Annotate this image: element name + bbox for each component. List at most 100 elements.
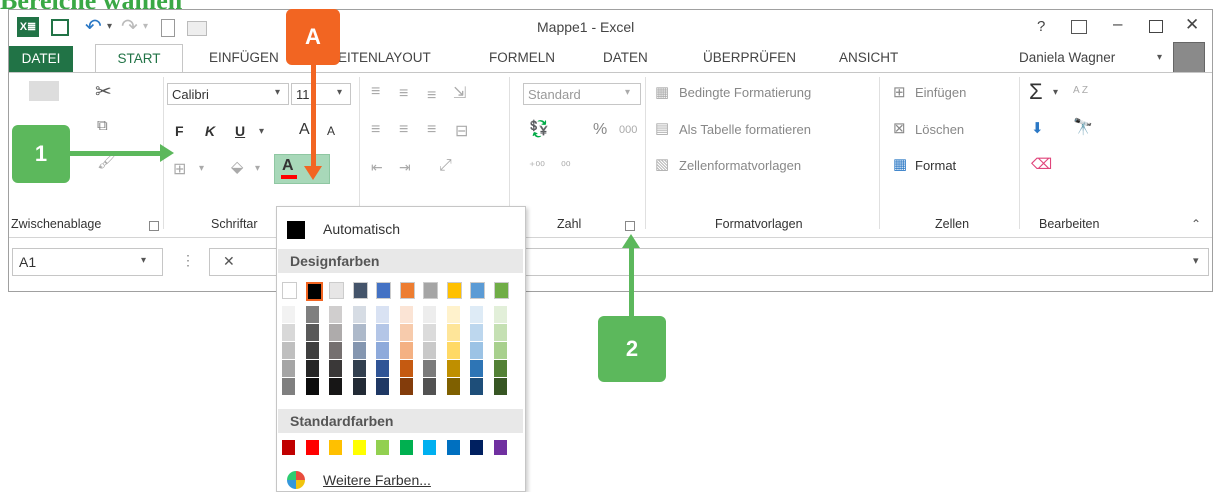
theme-shade-swatch[interactable] — [470, 324, 483, 341]
font-shrink-button[interactable]: A — [327, 124, 335, 138]
theme-shade-swatch[interactable] — [305, 360, 319, 377]
clipboard-launcher-icon[interactable] — [149, 221, 159, 231]
undo-dropdown-icon[interactable]: ▾ — [107, 21, 112, 39]
standard-color-swatch[interactable] — [470, 440, 483, 455]
accounting-format-icon[interactable]: 💱 — [529, 119, 549, 139]
align-right-icon[interactable]: ≡ — [427, 121, 436, 139]
tab-einfuegen[interactable]: EINFÜGEN — [209, 50, 279, 65]
theme-color-swatch[interactable] — [329, 282, 344, 299]
align-bottom-icon[interactable]: ≡ — [427, 87, 436, 105]
theme-shade-swatch[interactable] — [376, 324, 389, 341]
tab-daten[interactable]: DATEN — [603, 50, 648, 65]
number-format-select[interactable]: Standard — [523, 83, 641, 105]
standard-color-swatch[interactable] — [329, 440, 342, 455]
theme-color-swatch[interactable] — [399, 282, 415, 299]
theme-shade-swatch[interactable] — [470, 360, 483, 377]
theme-color-swatch[interactable] — [282, 282, 297, 299]
align-middle-icon[interactable]: ≡ — [399, 85, 408, 103]
fill-icon[interactable]: ⬇ — [1031, 119, 1044, 137]
theme-color-swatch[interactable] — [376, 282, 391, 299]
clear-icon[interactable]: ⌫ — [1031, 155, 1052, 173]
save-icon[interactable] — [51, 19, 69, 36]
theme-shade-swatch[interactable] — [329, 342, 342, 359]
theme-shade-swatch[interactable] — [470, 342, 483, 359]
theme-shade-swatch[interactable] — [470, 306, 483, 323]
standard-color-swatch[interactable] — [305, 440, 319, 455]
theme-shade-swatch[interactable] — [423, 360, 436, 377]
underline-dropdown-icon[interactable]: ▾ — [259, 126, 264, 137]
cell-styles-button[interactable]: Zellenformatvorlagen — [679, 158, 801, 173]
expand-formula-bar-icon[interactable]: ▾ — [1193, 254, 1199, 267]
theme-shade-swatch[interactable] — [446, 342, 460, 359]
maximize-button[interactable] — [1149, 20, 1163, 33]
minimize-button[interactable]: – — [1113, 14, 1122, 34]
fill-color-icon[interactable]: ⬙ — [231, 157, 243, 177]
conditional-format-icon[interactable]: ▦ — [655, 83, 669, 101]
new-file-icon[interactable] — [161, 19, 175, 37]
theme-shade-swatch[interactable] — [329, 306, 342, 323]
theme-shade-swatch[interactable] — [399, 306, 413, 323]
help-button[interactable]: ? — [1037, 18, 1045, 35]
number-launcher-icon[interactable] — [625, 221, 635, 231]
avatar[interactable] — [1173, 42, 1205, 74]
theme-shade-swatch[interactable] — [329, 360, 342, 377]
cancel-entry-button[interactable]: ✕ — [223, 253, 235, 270]
theme-shade-swatch[interactable] — [352, 378, 366, 395]
undo-icon[interactable]: ↶ — [85, 14, 102, 38]
automatic-color-option[interactable]: Automatisch — [323, 221, 400, 237]
decrease-indent-icon[interactable]: ⇤ — [371, 159, 383, 176]
tab-formeln[interactable]: FORMELN — [489, 50, 555, 65]
font-size-dropdown-icon[interactable]: ▾ — [337, 87, 342, 98]
theme-shade-swatch[interactable] — [305, 306, 319, 323]
theme-shade-swatch[interactable] — [423, 342, 436, 359]
find-select-icon[interactable]: 🔭 — [1073, 117, 1093, 137]
standard-color-swatch[interactable] — [352, 440, 366, 455]
thousands-button[interactable]: 000 — [619, 124, 637, 136]
tab-ueberpruefen[interactable]: ÜBERPRÜFEN — [703, 50, 796, 65]
paste-icon[interactable] — [29, 81, 59, 101]
theme-shade-swatch[interactable] — [399, 342, 413, 359]
theme-shade-swatch[interactable] — [446, 324, 460, 341]
cut-icon[interactable]: ✂ — [95, 79, 112, 104]
italic-button[interactable]: K — [205, 123, 215, 139]
theme-shade-swatch[interactable] — [376, 306, 389, 323]
theme-color-swatch[interactable] — [493, 282, 509, 299]
font-name-dropdown-icon[interactable]: ▾ — [275, 87, 280, 98]
theme-shade-swatch[interactable] — [376, 378, 389, 395]
theme-shade-swatch[interactable] — [399, 378, 413, 395]
theme-color-swatch[interactable] — [470, 282, 485, 299]
format-as-table-button[interactable]: Als Tabelle formatieren — [679, 122, 811, 137]
theme-shade-swatch[interactable] — [493, 342, 507, 359]
theme-shade-swatch[interactable] — [376, 360, 389, 377]
decimal-increase-button[interactable]: ⁺⁰⁰ — [529, 159, 545, 173]
tab-datei[interactable]: DATEI — [9, 46, 73, 72]
align-top-icon[interactable]: ≡ — [371, 83, 380, 101]
standard-color-swatch[interactable] — [423, 440, 436, 455]
ribbon-display-options-icon[interactable] — [1071, 20, 1087, 34]
theme-color-swatch[interactable] — [305, 282, 323, 301]
tab-start[interactable]: START — [95, 44, 183, 73]
increase-indent-icon[interactable]: ⇥ — [399, 159, 411, 176]
more-colors-option[interactable]: Weitere Farben... — [323, 472, 431, 488]
theme-shade-swatch[interactable] — [282, 342, 295, 359]
theme-shade-swatch[interactable] — [446, 378, 460, 395]
standard-color-swatch[interactable] — [399, 440, 413, 455]
underline-button[interactable]: U — [235, 123, 245, 139]
theme-shade-swatch[interactable] — [493, 360, 507, 377]
tab-seitenlayout[interactable]: SEITENLAYOUT — [329, 50, 431, 65]
conditional-format-button[interactable]: Bedingte Formatierung — [679, 85, 811, 100]
theme-color-swatch[interactable] — [446, 282, 462, 299]
cell-styles-icon[interactable]: ▧ — [655, 155, 669, 173]
format-cells-button[interactable]: Format — [915, 158, 956, 173]
collapse-ribbon-icon[interactable]: ⌃ — [1191, 217, 1201, 231]
theme-shade-swatch[interactable] — [305, 324, 319, 341]
format-as-table-icon[interactable]: ▤ — [655, 119, 669, 137]
theme-shade-swatch[interactable] — [399, 324, 413, 341]
theme-shade-swatch[interactable] — [470, 378, 483, 395]
theme-shade-swatch[interactable] — [446, 306, 460, 323]
theme-shade-swatch[interactable] — [423, 378, 436, 395]
theme-shade-swatch[interactable] — [423, 306, 436, 323]
standard-color-swatch[interactable] — [376, 440, 389, 455]
align-center-icon[interactable]: ≡ — [399, 121, 408, 139]
orientation-icon[interactable]: ⤢ — [439, 157, 452, 175]
